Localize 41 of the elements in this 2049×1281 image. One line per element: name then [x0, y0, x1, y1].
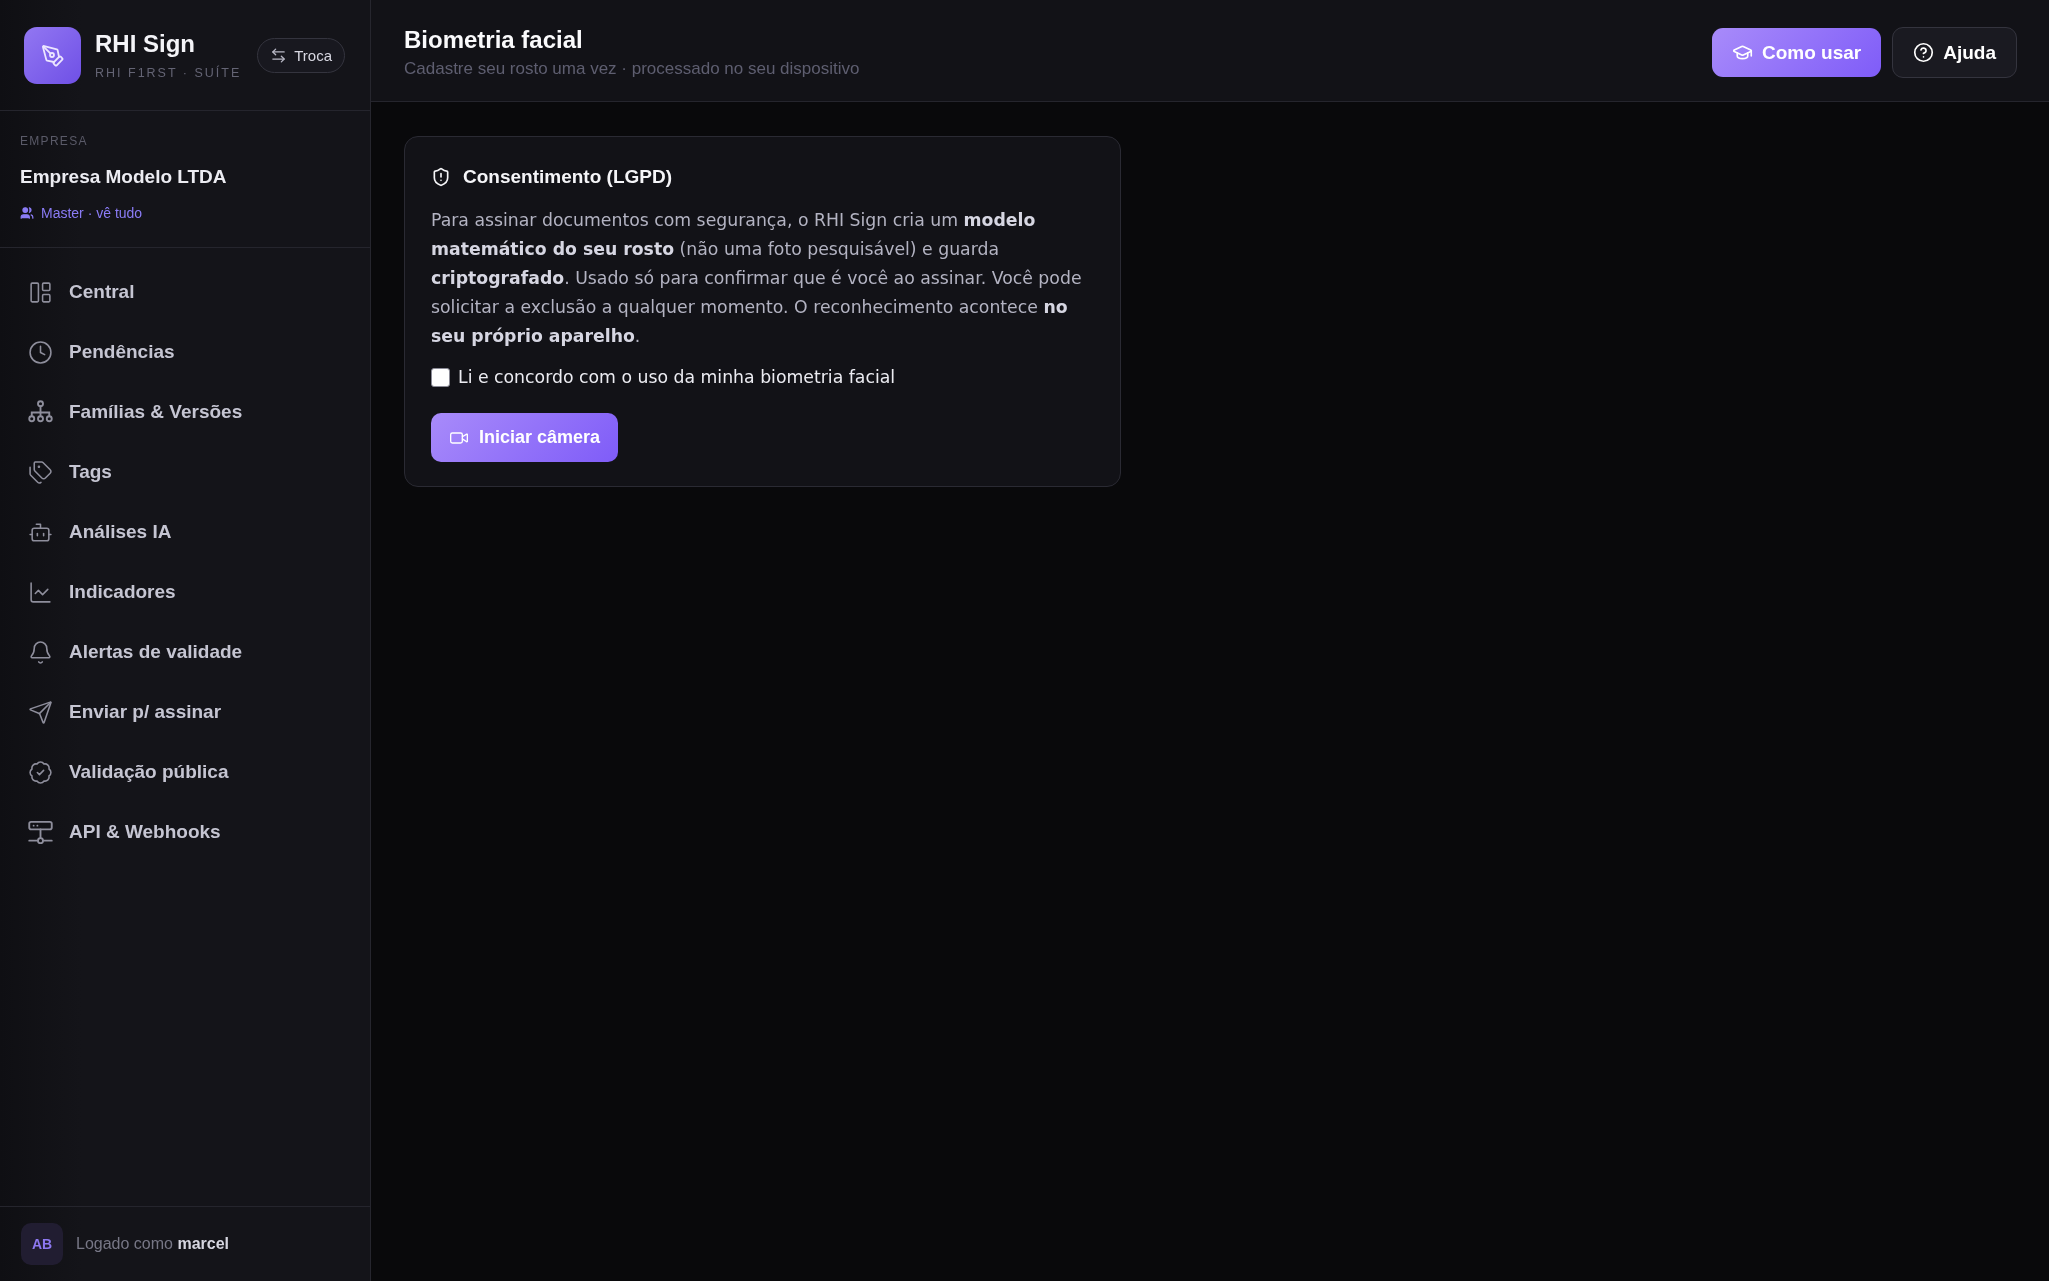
logged-in-text: Logado como marcel — [76, 1235, 229, 1253]
nav-item[interactable]: Famílias & Versões — [12, 389, 358, 435]
bell-icon — [28, 639, 53, 665]
nav-item[interactable]: Tags — [12, 449, 358, 495]
page-title: Biometria facial — [404, 25, 584, 54]
nav-item[interactable]: Validação pública — [12, 749, 358, 795]
sitemap-icon — [28, 399, 53, 425]
send-icon — [28, 699, 53, 725]
brand-name: RHI Sign — [95, 30, 196, 58]
user-avatar: AB — [21, 1223, 63, 1265]
nav-item[interactable]: API & Webhooks — [12, 809, 358, 855]
users-icon — [20, 206, 34, 220]
start-camera-button[interactable]: Iniciar câmera — [431, 413, 619, 462]
layout-icon — [28, 279, 53, 305]
card-title: Consentimento (LGPD) — [463, 165, 672, 189]
help-icon — [1913, 42, 1935, 63]
pen-nib-logo-icon — [24, 27, 81, 84]
switch-button[interactable]: Troca — [257, 38, 345, 73]
how-to-button[interactable]: Como usar — [1711, 28, 1882, 77]
nav-item[interactable]: Indicadores — [12, 569, 358, 615]
line-chart-icon — [28, 579, 53, 605]
server-network-icon — [28, 819, 53, 845]
nav-item[interactable]: Alertas de validade — [12, 629, 358, 675]
consent-text: Para assinar documentos com segurança, o RHI Sign cria um modelo matemático do seu rosto (não uma foto pesquisável) e guarda criptografado. Usado só para confirmar que é você ao assinar. Você pode solicitar a exclusão a qualquer momento. O reconhecimento acontece no seu próprio aparelho. — [431, 209, 1083, 348]
shield-icon — [431, 167, 451, 187]
nav-item[interactable]: Pendências — [12, 329, 358, 375]
role-text: Master · vê tudo — [41, 205, 143, 221]
consent-checkbox[interactable] — [431, 367, 450, 387]
badge-check-icon — [28, 759, 53, 785]
company-name: Empresa Modelo LTDA — [20, 166, 228, 188]
nav-item[interactable]: Enviar p/ assinar — [12, 689, 358, 735]
brand-tagline: RHI F1RST · SUÍTE — [95, 66, 243, 81]
clock-icon — [28, 339, 53, 365]
checkbox-label: Li e concordo com o uso da minha biometria facial — [458, 367, 896, 387]
company-label: EMPRESA — [20, 134, 89, 148]
nav-item[interactable]: Central — [12, 269, 358, 315]
page-subtitle: Cadastre seu rosto uma vez · processado no seu dispositivo — [404, 59, 860, 80]
swap-arrows-icon — [270, 47, 288, 64]
nav-item[interactable]: Análises IA — [12, 509, 358, 555]
tags-icon — [28, 459, 53, 485]
help-button[interactable]: Ajuda — [1892, 27, 2017, 78]
